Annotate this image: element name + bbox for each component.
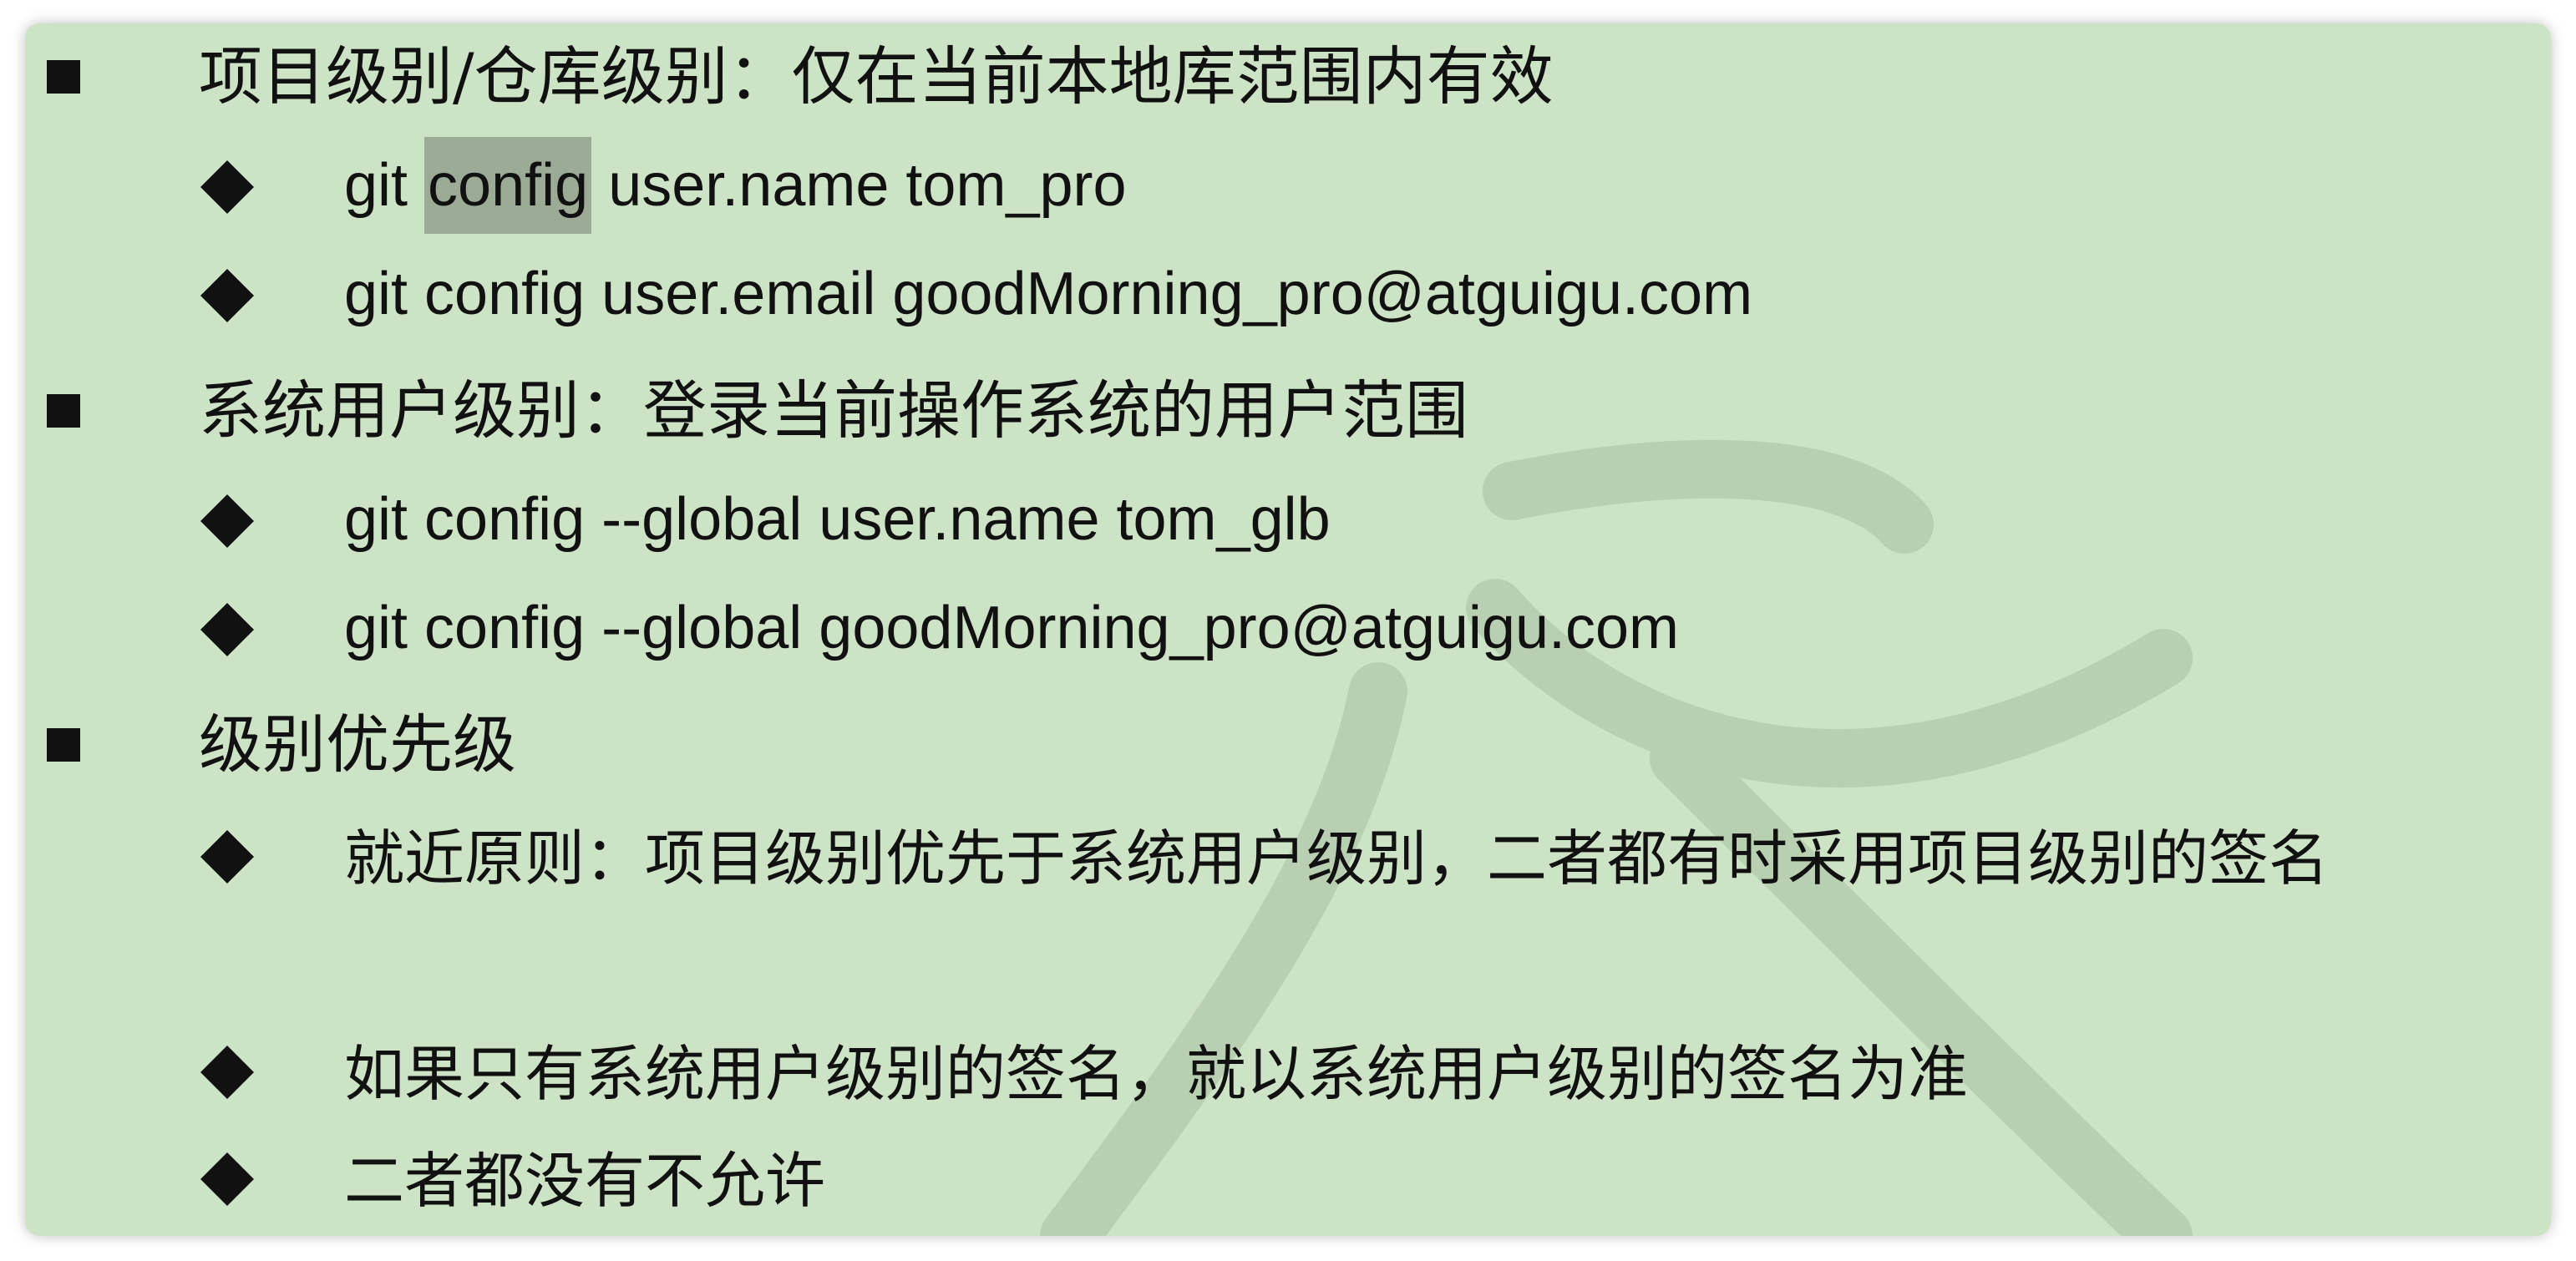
diamond-bullet-icon: [200, 160, 254, 214]
command-text: git config user.name tom_pro: [344, 137, 1127, 234]
section-heading: 项目级别/仓库级别：仅在当前本地库范围内有效: [199, 39, 1554, 114]
section-heading: 级别优先级: [199, 707, 516, 782]
command-text: git config user.email goodMorning_pro@at…: [344, 261, 1753, 327]
highlighted-word: config: [424, 137, 592, 234]
rule-text: 就近原则：项目级别优先于系统用户级别，二者都有时采用项目级别的签名: [344, 823, 2330, 894]
diamond-bullet-icon: [200, 1152, 254, 1206]
square-bullet-icon: [47, 394, 80, 428]
diamond-bullet-icon: [200, 1046, 254, 1099]
command-prefix: git: [344, 152, 425, 219]
diamond-bullet-icon: [200, 830, 254, 884]
command-text: git config --global goodMorning_pro@atgu…: [344, 595, 1680, 661]
section-heading: 系统用户级别：登录当前操作系统的用户范围: [199, 373, 1468, 448]
rule-text: 二者都没有不允许: [344, 1146, 826, 1216]
command-text: git config --global user.name tom_glb: [344, 486, 1331, 553]
command-suffix: user.name tom_pro: [591, 152, 1127, 219]
rule-text: 如果只有系统用户级别的签名，就以系统用户级别的签名为准: [344, 1039, 1969, 1109]
square-bullet-icon: [47, 60, 80, 94]
slide: 项目级别/仓库级别：仅在当前本地库范围内有效 git config user.n…: [25, 23, 2551, 1236]
diamond-bullet-icon: [200, 269, 254, 322]
diamond-bullet-icon: [200, 494, 254, 548]
square-bullet-icon: [47, 728, 80, 762]
diamond-bullet-icon: [200, 603, 254, 656]
